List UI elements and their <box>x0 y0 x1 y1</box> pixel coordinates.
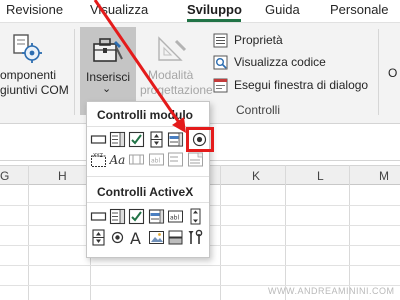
activex-image-control-icon[interactable] <box>148 229 165 246</box>
run-dialog-icon <box>213 78 228 93</box>
button-control-icon[interactable] <box>90 131 107 148</box>
com-addins-icon <box>13 34 42 63</box>
group-box-control-icon[interactable]: XYZ <box>90 151 107 168</box>
tab-personale[interactable]: Personale <box>330 2 389 17</box>
scroll-bar-control-icon[interactable] <box>128 151 145 168</box>
properties-icon <box>213 33 228 48</box>
design-mode-label-1: Modalità <box>148 68 194 82</box>
column-header-k[interactable]: K <box>252 169 260 183</box>
properties-label: Proprietà <box>234 33 283 47</box>
svg-text:abl: abl <box>151 158 160 165</box>
svg-text:XYZ: XYZ <box>93 153 103 159</box>
chevron-down-icon: ⌄ <box>102 83 112 95</box>
activex-scroll-bar-control-icon[interactable] <box>187 208 204 225</box>
dropdown-divider <box>87 202 209 203</box>
dropdown-divider <box>87 176 209 177</box>
activex-combo-box-control-icon[interactable] <box>109 208 126 225</box>
checkbox-control-icon[interactable] <box>128 131 145 148</box>
ribbon-separator <box>378 29 379 115</box>
more-controls-icon[interactable] <box>187 229 204 246</box>
tab-revisione[interactable]: Revisione <box>6 2 63 17</box>
tab-guida[interactable]: Guida <box>265 2 300 17</box>
run-dialog-label: Esegui finestra di dialogo <box>234 78 369 92</box>
column-header-g[interactable]: G <box>0 169 9 183</box>
controls-group-title: Controlli <box>236 103 281 117</box>
svg-text:A: A <box>130 229 141 246</box>
design-mode-icon <box>158 36 187 61</box>
label-control-icon[interactable]: Aa <box>109 151 126 168</box>
properties-button[interactable]: Proprietà <box>213 32 333 50</box>
svg-text:abl: abl <box>170 215 179 222</box>
activex-text-box-control-icon[interactable]: abl <box>167 208 184 225</box>
spin-button-control-icon[interactable] <box>148 131 165 148</box>
text-field-control-icon[interactable]: abl <box>148 151 165 168</box>
command-button-control-icon[interactable] <box>90 208 107 225</box>
toolbox-icon <box>93 38 123 62</box>
run-dialog-button[interactable]: Esegui finestra di dialogo <box>213 77 393 95</box>
tab-visualizza[interactable]: Visualizza <box>90 2 148 17</box>
form-controls-title: Controlli modulo <box>97 108 193 122</box>
ribbon-tab-bar: Revisione Visualizza Sviluppo Guida Pers… <box>0 0 400 22</box>
combo-box-control-icon[interactable] <box>109 131 126 148</box>
insert-controls-dropdown: Controlli modulo XYZ Aa abl Controlli Ac… <box>86 101 210 258</box>
design-mode-label-2: progettazione <box>140 83 213 97</box>
combo-list-edit-control-icon[interactable] <box>167 151 184 168</box>
tab-sviluppo[interactable]: Sviluppo <box>187 2 242 17</box>
svg-text:Aa: Aa <box>109 153 125 167</box>
column-header-h[interactable]: H <box>58 169 67 183</box>
com-addins-button[interactable]: omponenti giuntivi COM <box>0 25 72 103</box>
com-addins-label-2: giuntivi COM <box>0 83 69 97</box>
view-code-icon <box>213 55 228 70</box>
watermark: WWW.ANDREAMININI.COM <box>268 286 395 296</box>
column-header-m[interactable]: M <box>379 169 389 183</box>
activex-spin-button-control-icon[interactable] <box>90 229 107 246</box>
activex-toggle-button-control-icon[interactable] <box>167 229 184 246</box>
design-mode-button[interactable]: Modalità progettazione <box>140 25 213 103</box>
partial-ribbon-label: O <box>388 66 398 80</box>
activex-option-button-control-icon[interactable] <box>109 229 126 246</box>
column-header-l[interactable]: L <box>317 169 324 183</box>
list-box-control-icon[interactable] <box>167 131 184 148</box>
view-code-button[interactable]: Visualizza codice <box>213 54 343 72</box>
activex-label-control-icon[interactable]: A <box>128 229 145 246</box>
combo-dropdown-edit-control-icon[interactable] <box>187 151 204 168</box>
option-button-highlight-box <box>186 127 214 152</box>
view-code-label: Visualizza codice <box>234 55 326 69</box>
activex-checkbox-control-icon[interactable] <box>128 208 145 225</box>
activex-controls-title: Controlli ActiveX <box>97 185 194 199</box>
activex-list-box-control-icon[interactable] <box>148 208 165 225</box>
ribbon-separator <box>74 29 75 115</box>
com-addins-label-1: omponenti <box>0 68 57 82</box>
